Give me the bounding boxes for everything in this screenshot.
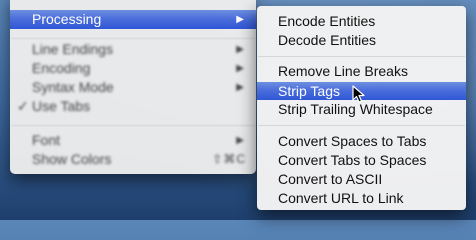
- submenu-arrow-icon: ▶: [236, 82, 244, 93]
- menu-item-label: Convert Spaces to Tabs: [278, 133, 427, 149]
- keyboard-shortcut: ⇧⌘C: [212, 152, 246, 166]
- menu-separator: [258, 56, 465, 57]
- menu-item-label: Convert URL to Link: [278, 190, 404, 206]
- menu-item-encode-entities[interactable]: Encode Entities: [257, 12, 466, 30]
- menu-item-syntax-mode[interactable]: Syntax Mode ▶: [10, 78, 256, 97]
- menu-item-line-endings[interactable]: Line Endings ▶: [10, 40, 256, 59]
- menu-item-processing[interactable]: Processing ▶: [10, 10, 256, 29]
- menu-item-remove-line-breaks[interactable]: Remove Line Breaks: [257, 62, 466, 80]
- menu-item-label: Decode Entities: [278, 32, 377, 48]
- menu-separator: [11, 125, 255, 126]
- menu-item-use-tabs[interactable]: ✓ Use Tabs: [10, 97, 256, 116]
- checkmark-icon: ✓: [17, 98, 29, 114]
- menu-item-convert-to-ascii[interactable]: Convert to ASCII: [257, 170, 466, 188]
- menu-item-label: Show Colors: [32, 151, 112, 167]
- menu-item-label: Syntax Mode: [32, 79, 114, 95]
- menu-item-label: Font: [32, 132, 61, 148]
- menu-separator: [258, 125, 465, 126]
- mouse-pointer-icon: [352, 85, 365, 103]
- menu-item-label: Remove Line Breaks: [278, 63, 408, 79]
- menu-item-label: Encoding: [32, 60, 91, 76]
- submenu-arrow-icon: ▶: [236, 63, 244, 74]
- menu-item-label: Convert Tabs to Spaces: [278, 152, 427, 168]
- menu-item-show-colors[interactable]: Show Colors ⇧⌘C: [10, 150, 256, 169]
- submenu-arrow-icon: ▶: [236, 14, 244, 25]
- menu-item-label: Encode Entities: [278, 13, 376, 29]
- menu-item-decode-entities[interactable]: Decode Entities: [257, 31, 466, 49]
- menu-separator: [11, 38, 255, 39]
- edit-format-menu: Processing ▶ Line Endings ▶ Encoding ▶ S…: [10, 0, 256, 174]
- menu-item-encoding[interactable]: Encoding ▶: [10, 59, 256, 78]
- menu-item-font[interactable]: Font ▶: [10, 131, 256, 150]
- menu-item-label: Processing: [32, 11, 102, 27]
- processing-submenu: Encode Entities Decode Entities Remove L…: [257, 6, 466, 210]
- menu-item-convert-spaces-to-tabs[interactable]: Convert Spaces to Tabs: [257, 132, 466, 150]
- menu-item-convert-tabs-to-spaces[interactable]: Convert Tabs to Spaces: [257, 151, 466, 169]
- menu-item-label: Line Endings: [32, 41, 113, 57]
- submenu-arrow-icon: ▶: [236, 135, 244, 146]
- menu-item-label: Convert to ASCII: [278, 171, 383, 187]
- submenu-arrow-icon: ▶: [236, 44, 244, 55]
- menu-item-label: Strip Tags: [278, 83, 340, 99]
- menu-item-label: Use Tabs: [32, 98, 91, 114]
- menu-item-convert-url-to-link[interactable]: Convert URL to Link: [257, 189, 466, 207]
